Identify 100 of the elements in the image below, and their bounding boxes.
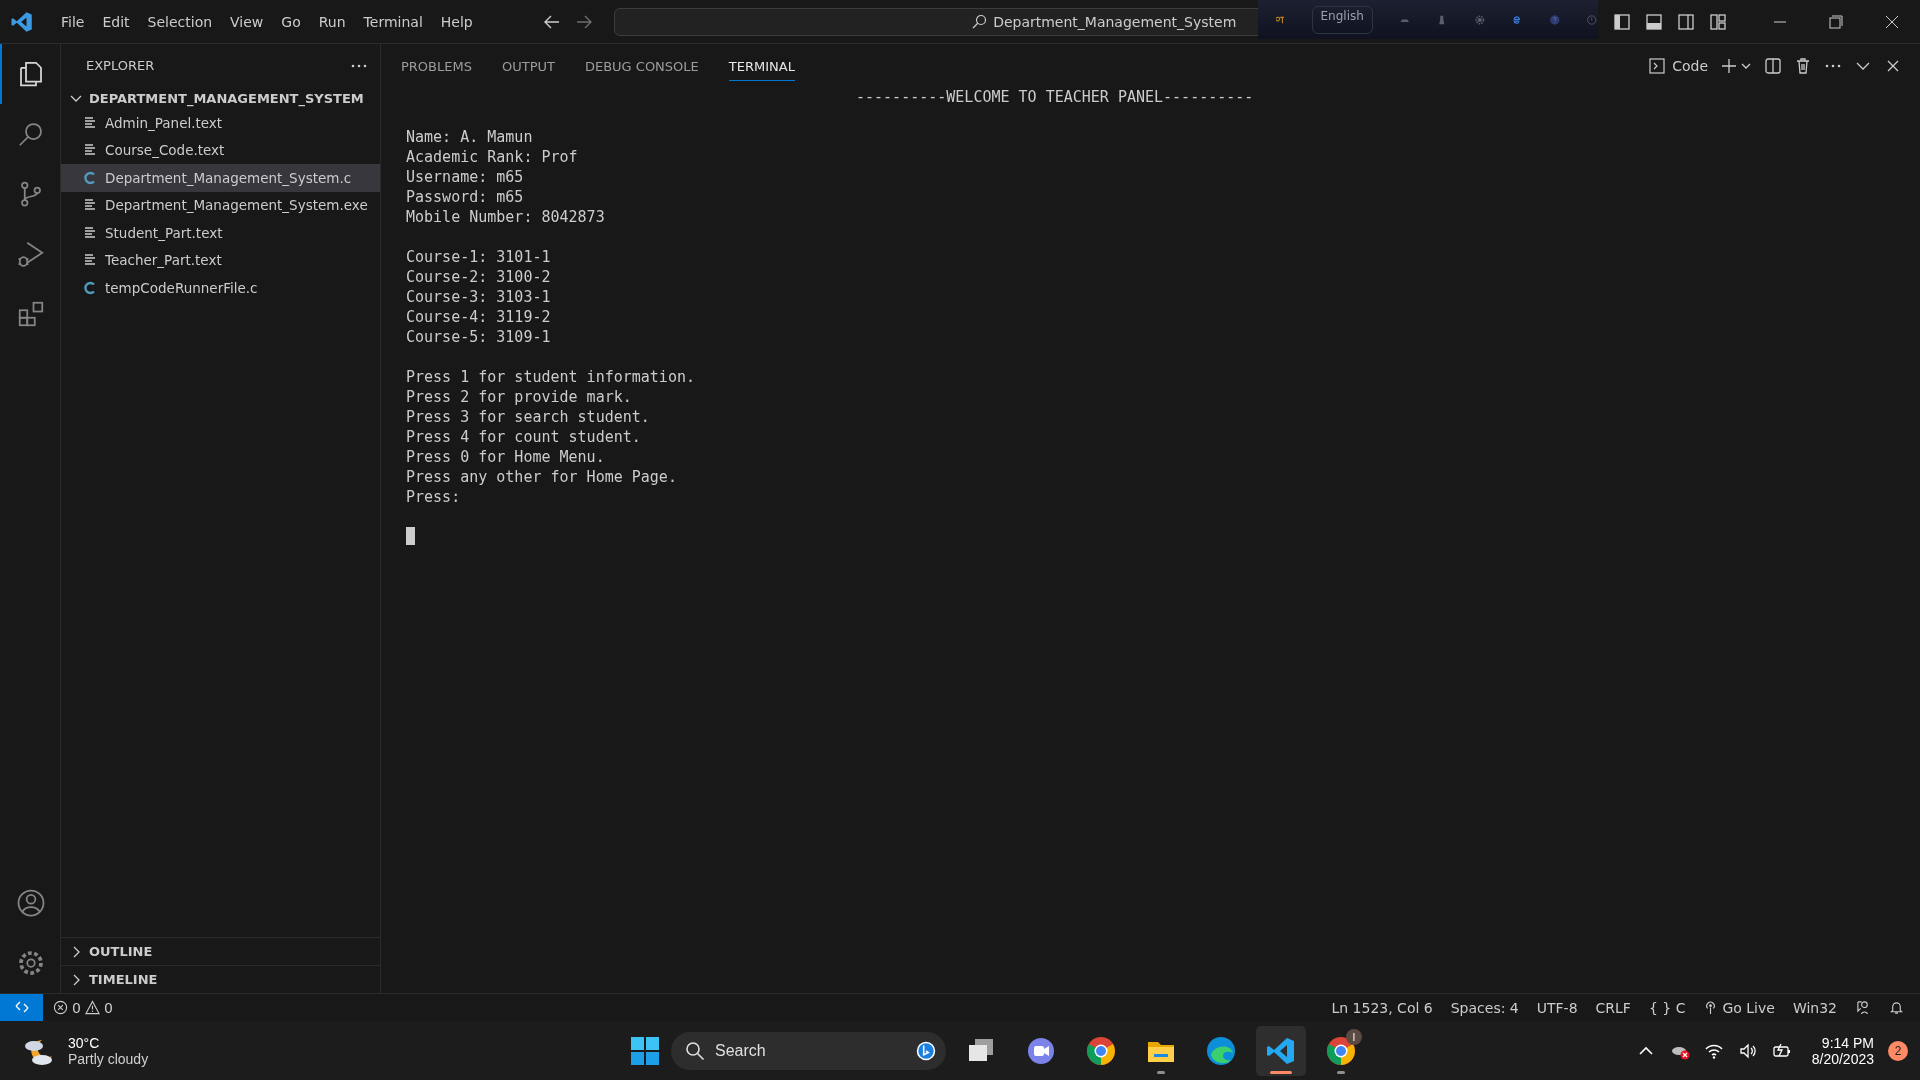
terminal-cursor (406, 527, 415, 545)
sidebar-title: EXPLORER (86, 58, 155, 73)
terminal-line: Mobile Number: 8042873 (406, 207, 606, 227)
running-indicator (1157, 1071, 1165, 1074)
tree-item[interactable]: Department_Management_System.c (61, 164, 380, 192)
terminal-line: Press: (406, 487, 462, 507)
terminal-line: Press any other for Home Page. (406, 467, 678, 487)
temperature-text: 30°C (68, 1035, 101, 1051)
toggle-sidebar-icon[interactable] (1613, 12, 1631, 31)
error-icon (53, 1000, 68, 1015)
feedback-icon[interactable] (1856, 1000, 1871, 1015)
weather-condition-text: Partly cloudy (68, 1051, 149, 1067)
tree-item[interactable]: tempCodeRunnerFile.c (61, 274, 380, 302)
status-item[interactable]: { } C (1639, 999, 1695, 1016)
chat-b-icon[interactable] (916, 1041, 936, 1061)
menu-item[interactable]: Run (309, 9, 355, 34)
taskbar-search-field[interactable]: Search (671, 1032, 946, 1070)
bell-icon[interactable] (1889, 1000, 1904, 1015)
warning-icon (84, 1000, 100, 1015)
menu-item[interactable]: Edit (93, 9, 139, 34)
panel-tab[interactable]: OUTPUT (501, 50, 555, 81)
c-file-icon (83, 280, 97, 295)
terminal-line: Course-5: 3109-1 (406, 327, 552, 347)
terminal-line: Course-3: 3103-1 (406, 287, 552, 307)
terminal-line: Course-4: 3119-2 (406, 307, 552, 327)
section-header[interactable]: TIMELINE (61, 965, 380, 993)
menu-item[interactable]: File (52, 9, 94, 34)
terminal-line: Press 0 for Home Menu. (406, 447, 606, 467)
status-item[interactable]: UTF-8 (1527, 999, 1587, 1016)
browser-icon (1325, 1035, 1357, 1067)
text-lines-icon (83, 115, 97, 130)
minimize-icon (1773, 20, 1787, 23)
trash-icon[interactable] (1794, 56, 1812, 75)
problems-button[interactable]: 0 0 (43, 999, 123, 1016)
speaker-icon[interactable] (1737, 1041, 1758, 1061)
text-lines-icon (83, 225, 97, 240)
terminal-line: Press 1 for student information. (406, 367, 696, 387)
toggle-secondary-sidebar-icon[interactable] (1677, 12, 1695, 31)
terminal-line: ----------WELCOME TO TEACHER PANEL---------- (855, 87, 1255, 107)
panel-tab[interactable]: PROBLEMS (401, 50, 472, 81)
status-item[interactable]: Ln 1523, Col 6 (1322, 999, 1442, 1016)
toggle-panel-icon[interactable] (1645, 12, 1663, 31)
menu-item[interactable]: View (221, 9, 273, 34)
menu-item[interactable]: Help (431, 9, 482, 34)
running-indicator (1337, 1071, 1345, 1074)
menu-item[interactable]: Selection (138, 9, 222, 34)
c-file-icon (83, 170, 97, 185)
terminal-line: Course-1: 3101-1 (406, 247, 552, 267)
split-icon[interactable] (1764, 56, 1782, 75)
start-button[interactable] (629, 1035, 661, 1067)
profile-badge: I (1346, 1029, 1362, 1045)
menu-item[interactable]: Terminal (354, 9, 432, 34)
terminal-icon (1648, 56, 1667, 75)
restore-icon (1829, 14, 1843, 29)
settings-icon (16, 948, 46, 978)
status-item[interactable]: Spaces: 4 (1441, 999, 1528, 1016)
clock-time[interactable]: 9:14 PM (1821, 1035, 1874, 1051)
search-icon (685, 1041, 705, 1061)
video-chat-icon (1025, 1035, 1057, 1067)
tree-item[interactable]: Admin_Panel.text (61, 109, 380, 137)
plus-icon[interactable] (1720, 56, 1738, 75)
notification-badge[interactable]: 2 (1888, 1041, 1908, 1061)
tree-item[interactable]: Course_Code.text (61, 136, 380, 164)
code-editor-icon (1265, 1035, 1297, 1067)
taskbar-app-button[interactable]: I (1316, 1026, 1366, 1076)
terminal-line: Press 3 for search student. (406, 407, 651, 427)
panel-tab[interactable]: TERMINAL (728, 50, 795, 81)
layout-icon[interactable] (1709, 12, 1727, 31)
clock-date[interactable]: 8/20/2023 (1811, 1051, 1874, 1067)
terminal-line: Username: m65 (406, 167, 525, 187)
run-debug-icon (16, 239, 46, 269)
folder-header[interactable]: DEPARTMENT_MANAGEMENT_SYSTEM (61, 87, 380, 109)
terminal-line: Password: m65 (406, 187, 525, 207)
status-item[interactable]: CRLF (1586, 999, 1640, 1016)
text-lines-icon (83, 143, 97, 158)
account-icon (16, 888, 46, 918)
terminal-line: Course-2: 3100-2 (406, 267, 552, 287)
browser-icon (1085, 1035, 1117, 1067)
wave-browser-icon (1205, 1035, 1237, 1067)
menu-item[interactable]: Go (272, 9, 310, 34)
running-indicator (1270, 1071, 1292, 1074)
language-button[interactable]: English (1311, 5, 1373, 34)
close-icon (1885, 14, 1899, 29)
terminal-line: Press 4 for count student. (406, 427, 642, 447)
terminal-line: Academic Rank: Prof (406, 147, 579, 167)
terminal-line: Name: A. Mamun (406, 127, 534, 147)
text-lines-icon (83, 253, 97, 268)
terminal-selector[interactable]: Code (1648, 56, 1708, 75)
text-lines-icon (83, 198, 97, 213)
tree-item[interactable]: Student_Part.text (61, 219, 380, 247)
app-logo-icon (10, 9, 34, 34)
search-icon (971, 13, 988, 30)
section-header[interactable]: OUTLINE (61, 937, 380, 965)
taskbar-app-button[interactable] (1256, 1026, 1306, 1076)
tree-item[interactable]: Department_Management_System.exe (61, 191, 380, 219)
extensions-icon (16, 299, 46, 329)
status-item[interactable]: Win32 (1783, 999, 1846, 1016)
status-item[interactable]: Go Live (1694, 999, 1784, 1016)
panel-tab[interactable]: DEBUG CONSOLE (584, 50, 699, 81)
tree-item[interactable]: Teacher_Part.text (61, 246, 380, 274)
